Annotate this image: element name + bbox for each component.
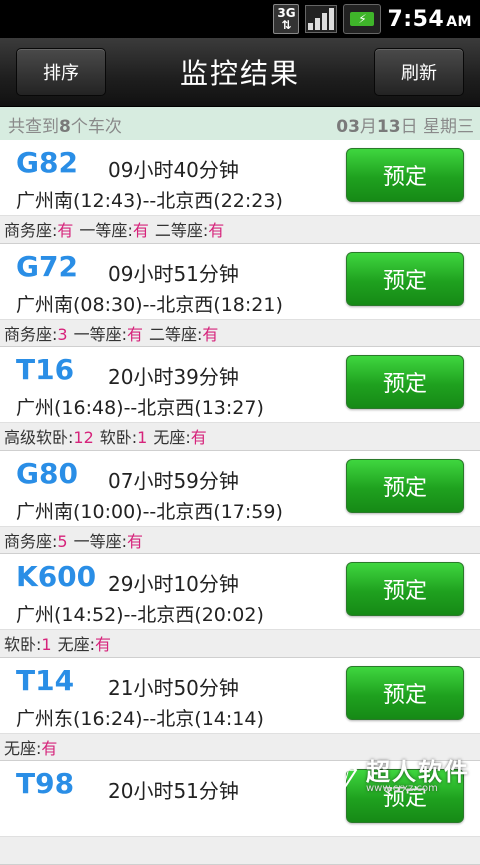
sort-button[interactable]: 排序 — [16, 48, 106, 96]
seat-class: 无座:有 — [57, 635, 112, 655]
train-number: G72 — [16, 249, 78, 283]
seat-availability: 无座:有 — [0, 732, 480, 761]
seat-class: 一等座:有 — [73, 531, 144, 551]
seat-class-name: 无座 — [4, 738, 37, 758]
travel-duration: 09小时51分钟 — [108, 261, 239, 286]
train-item[interactable]: G82 09小时40分钟广州南(12:43)--北京西(22:23) 预定商务座:有… — [0, 140, 480, 244]
seat-count: 有 — [57, 221, 74, 241]
result-summary: 共查到8个车次 03月13日 星期三 — [0, 107, 480, 141]
train-number: T14 — [16, 663, 75, 697]
book-button[interactable]: 预定 — [346, 355, 464, 409]
seat-count: 3 — [57, 324, 68, 344]
seat-class-name: 无座 — [153, 428, 186, 448]
seat-class-name: 二等座 — [154, 221, 203, 241]
book-button[interactable]: 预定 — [346, 562, 464, 616]
seat-class: 软卧:1 — [99, 428, 148, 448]
seat-class-name: 软卧 — [4, 635, 37, 655]
page-title: 监控结果 — [179, 57, 300, 90]
seat-availability — [0, 836, 480, 865]
seat-class-name: 一等座 — [79, 221, 128, 241]
seat-class: 无座:有 — [153, 428, 207, 448]
seat-availability: 软卧:1 无座:有 — [0, 629, 480, 658]
book-button[interactable]: 预定 — [346, 665, 464, 720]
watermark-url: www.crxz.com — [366, 783, 438, 794]
seat-availability: 高级软卧:12 软卧:1 无座:有 — [0, 422, 480, 451]
train-number: G82 — [16, 146, 78, 179]
train-number: T98 — [16, 767, 75, 800]
travel-duration: 09小时40分钟 — [108, 158, 239, 182]
train-route: 广州东(16:24)--北京(14:14) — [16, 707, 264, 730]
travel-duration: 29小时10分钟 — [108, 572, 239, 596]
seat-count: 5 — [57, 531, 68, 551]
seat-count: 1 — [137, 428, 148, 448]
seat-class: 高级软卧:12 — [4, 428, 94, 448]
seat-class: 商务座:5 — [4, 531, 68, 551]
train-item[interactable]: T14 21小时50分钟广州东(16:24)--北京(14:14) 预定无座:有 — [0, 657, 480, 761]
seat-count: 有 — [190, 428, 207, 448]
seat-class: 商务座:有 — [4, 221, 74, 241]
result-count: 共查到8个车次 — [8, 116, 122, 137]
title-bar: 排序 监控结果 刷新 — [0, 38, 480, 107]
seat-count: 有 — [41, 738, 58, 758]
seat-class-name: 软卧 — [99, 428, 132, 448]
train-item[interactable]: G72 09小时51分钟广州南(08:30)--北京西(18:21) 预定商务座:3… — [0, 243, 480, 347]
seat-count: 有 — [132, 221, 149, 241]
seat-count: 有 — [95, 635, 112, 655]
seat-availability: 商务座:有 一等座:有 二等座:有 — [0, 215, 480, 244]
book-button[interactable]: 预定 — [346, 251, 464, 306]
train-item[interactable]: T16 20小时39分钟广州(16:48)--北京西(13:27) 预定高级软卧:1… — [0, 347, 480, 451]
watermark-text: 超人软件 — [366, 758, 470, 786]
travel-duration: 20小时39分钟 — [108, 365, 239, 389]
train-route: 广州(16:48)--北京西(13:27) — [16, 397, 264, 419]
travel-duration: 21小时50分钟 — [108, 675, 239, 700]
train-number: T16 — [16, 353, 75, 386]
seat-class: 二等座:有 — [154, 221, 225, 241]
train-route: 广州南(12:43)--北京西(22:23) — [16, 190, 283, 212]
train-number: K600 — [16, 560, 97, 593]
seat-count: 有 — [202, 324, 219, 344]
book-button[interactable]: 预定 — [346, 458, 464, 513]
seat-class-name: 二等座 — [149, 324, 198, 344]
query-date: 03月13日 星期三 — [336, 116, 474, 137]
seat-class-name: 商务座 — [4, 324, 53, 344]
seat-class-name: 商务座 — [4, 221, 53, 241]
seat-class: 一等座:有 — [79, 221, 149, 241]
seat-class: 商务座:3 — [4, 324, 68, 344]
travel-duration: 07小时59分钟 — [108, 468, 239, 493]
seat-availability: 商务座:3 一等座:有 二等座:有 — [0, 318, 480, 347]
seat-count: 有 — [127, 324, 144, 344]
signal-icon — [305, 5, 338, 33]
book-button[interactable]: 预定 — [346, 148, 464, 202]
train-route: 广州南(10:00)--北京西(17:59) — [16, 500, 283, 523]
seat-class-name: 无座 — [57, 635, 90, 655]
network-3g-icon: 3G ⇅ — [273, 4, 300, 34]
train-item[interactable]: K600 29小时10分钟广州(14:52)--北京西(20:02) 预定软卧:1 无… — [0, 554, 480, 658]
seat-class-name: 一等座 — [73, 324, 122, 344]
seat-count: 12 — [73, 428, 94, 448]
train-list[interactable]: G82 09小时40分钟 广州南(12:43)--北京西(22:23) 预定 商务座:有… — [0, 140, 480, 865]
seat-class: 二等座:有 — [149, 324, 219, 344]
seat-availability: 商务座:5 一等座:有 — [0, 525, 480, 554]
seat-class-name: 一等座 — [73, 531, 122, 551]
watermark: 超人软件 www.crxz.com — [326, 760, 470, 794]
seat-count: 1 — [41, 635, 52, 655]
seat-class-name: 商务座 — [4, 531, 53, 551]
seat-count: 有 — [127, 531, 144, 551]
train-route: 广州南(08:30)--北京西(18:21) — [16, 293, 283, 316]
clock: 7:54 AM — [387, 6, 472, 32]
status-bar: 3G ⇅ ⚡ 7:54 AM — [0, 0, 480, 38]
seat-class: 软卧:1 — [4, 635, 52, 655]
refresh-button[interactable]: 刷新 — [374, 48, 464, 96]
seat-count: 有 — [208, 221, 225, 241]
battery-charging-icon: ⚡ — [343, 4, 382, 34]
seat-class-name: 高级软卧 — [4, 428, 69, 448]
train-item[interactable]: G80 07小时59分钟广州南(10:00)--北京西(17:59) 预定商务座:5… — [0, 450, 480, 554]
train-number: G80 — [16, 456, 78, 490]
seat-class: 一等座:有 — [73, 324, 144, 344]
seat-class: 无座:有 — [4, 738, 58, 758]
train-route: 广州(14:52)--北京西(20:02) — [16, 604, 264, 626]
diamond-logo-icon — [328, 763, 358, 792]
